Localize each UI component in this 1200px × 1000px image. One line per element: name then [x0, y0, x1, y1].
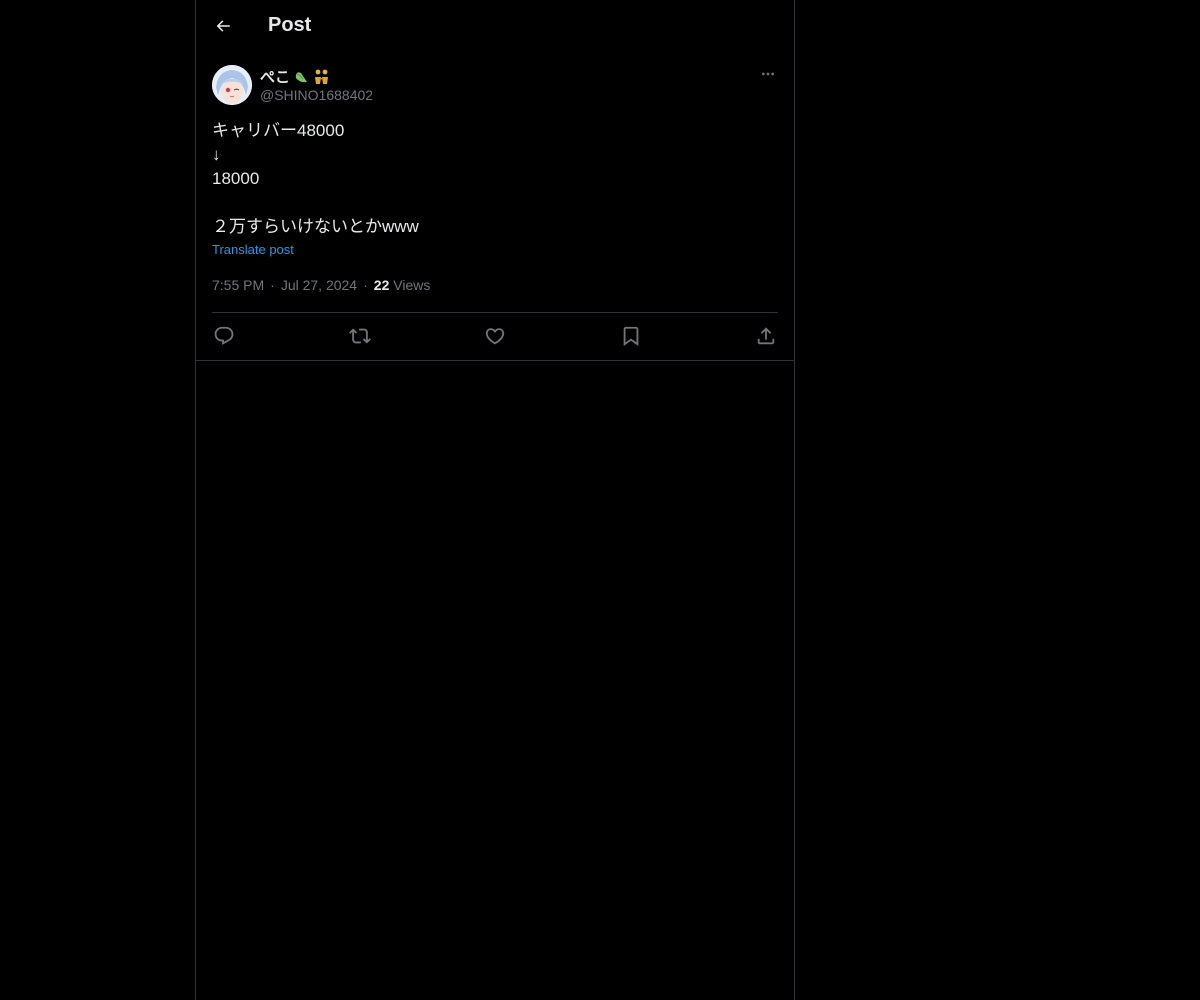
reply-icon	[214, 326, 234, 345]
back-arrow-icon	[216, 20, 230, 32]
post-detail-column: Post ぺこ @SHINO1688402 キャリバー48000 ↓ 18000…	[195, 0, 795, 1000]
avatar[interactable]	[212, 65, 252, 105]
like-button[interactable]	[483, 324, 507, 348]
page-header: Post	[196, 0, 794, 54]
separator-dot: ·	[363, 277, 368, 293]
post-time[interactable]: 7:55 PM	[212, 277, 264, 293]
bookmark-button[interactable]	[619, 324, 643, 348]
post-date[interactable]: Jul 27, 2024	[281, 277, 357, 293]
author-display-name[interactable]: ぺこ	[260, 66, 373, 86]
more-options-button[interactable]	[758, 64, 778, 84]
page-title: Post	[268, 14, 312, 36]
views-count: 22	[373, 277, 390, 293]
divider	[212, 312, 778, 313]
share-button[interactable]	[754, 324, 778, 348]
views-label: Views	[393, 277, 431, 293]
more-dots-icon	[762, 72, 774, 76]
reply-button[interactable]	[212, 324, 236, 348]
translate-post-link[interactable]: Translate post	[212, 242, 294, 257]
author-handle[interactable]: @SHINO1688402	[260, 87, 373, 103]
repost-icon	[348, 328, 371, 344]
separator-dot: ·	[270, 277, 275, 293]
share-icon	[757, 327, 775, 345]
bookmark-icon	[623, 326, 638, 347]
two-people-emoji-icon	[313, 68, 330, 85]
like-icon	[485, 328, 505, 345]
post-text: キャリバー48000 ↓ 18000 ２万すらいけないとかwww	[212, 121, 419, 236]
post-actions-bar	[212, 324, 778, 348]
post-metadata: 7:55 PM · Jul 27, 2024 · 22 Views	[212, 277, 430, 293]
display-name-text: ぺこ	[260, 68, 291, 86]
views: 22 Views	[374, 277, 431, 293]
post-author: ぺこ @SHINO1688402	[212, 64, 778, 108]
back-button[interactable]	[208, 11, 238, 41]
divider	[196, 360, 794, 361]
repost-button[interactable]	[348, 324, 372, 348]
carrot-emoji-icon	[293, 68, 310, 85]
author-names: ぺこ @SHINO1688402	[260, 66, 373, 104]
